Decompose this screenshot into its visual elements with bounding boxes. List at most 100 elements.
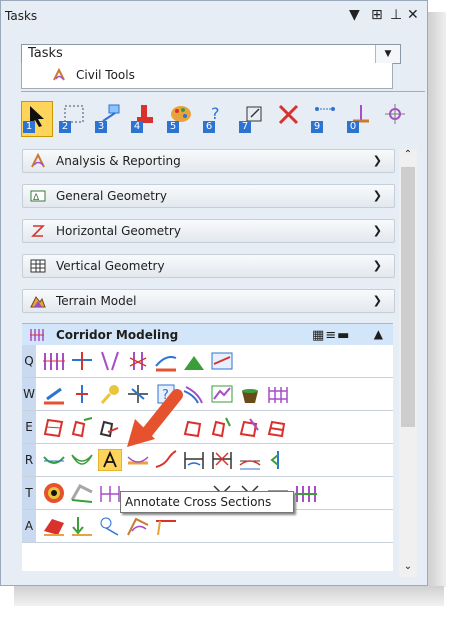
section-label: Vertical Geometry	[56, 259, 165, 273]
row-key: E	[22, 411, 36, 443]
template-copy-icon[interactable]	[98, 416, 122, 438]
section-general-geometry[interactable]: Δ General Geometry ❯	[22, 184, 395, 208]
horizontal-geometry-icon	[31, 225, 45, 237]
snap-star-icon	[385, 104, 405, 124]
scale-tool[interactable]: 7	[239, 103, 267, 133]
snap-tool[interactable]	[381, 103, 409, 133]
general-geometry-icon: Δ	[30, 190, 46, 203]
tool-row: A	[22, 510, 393, 543]
close-icon[interactable]: ✕	[407, 7, 419, 23]
tool-number: 2	[59, 121, 71, 133]
row-key: R	[22, 444, 36, 476]
measure-tool[interactable]: 9	[311, 103, 339, 133]
tool-row: Q	[22, 345, 393, 378]
task-combo-value: Tasks	[28, 46, 63, 61]
chevron-down-icon[interactable]: ▼	[375, 45, 400, 63]
section-terrain-icon[interactable]	[238, 449, 262, 471]
select-tool[interactable]: 1	[21, 101, 53, 137]
tab-civil-tools[interactable]: Civil Tools	[21, 63, 393, 89]
template-variation-icon[interactable]	[210, 416, 234, 438]
scroll-down-icon[interactable]: ⌄	[399, 561, 417, 577]
chevron-down-icon[interactable]: ❯	[373, 189, 382, 202]
palette-tool[interactable]: 5	[167, 103, 195, 133]
section-horizontal-geometry[interactable]: Horizontal Geometry ❯	[22, 219, 395, 243]
delete-x-icon	[278, 104, 299, 125]
section-label: Terrain Model	[56, 294, 137, 308]
tool-number: 6	[203, 121, 215, 133]
down-arrow-icon[interactable]	[70, 515, 94, 537]
profile-icon[interactable]	[210, 350, 234, 372]
linear-template-icon[interactable]	[210, 383, 234, 405]
task-combo[interactable]: Tasks ▼	[21, 44, 401, 64]
template-grid-icon[interactable]	[266, 416, 290, 438]
point-control-icon[interactable]	[70, 383, 94, 405]
pencil-slope-icon[interactable]	[126, 515, 150, 537]
transition-icon[interactable]	[98, 350, 122, 372]
tool-number: 5	[167, 121, 179, 133]
row-key: Q	[22, 345, 36, 377]
dropdown-menu-icon[interactable]: ▼	[349, 7, 360, 23]
row-key: T	[22, 477, 36, 509]
view-mode-icons[interactable]: ▦≡▬	[312, 328, 350, 343]
chevron-down-icon[interactable]: ❯	[373, 224, 382, 237]
place-tool[interactable]: 0	[347, 103, 375, 133]
section-label: General Geometry	[56, 189, 167, 203]
terrain-slope-icon[interactable]	[182, 350, 206, 372]
cross-section-icon[interactable]	[42, 449, 66, 471]
chevron-down-icon[interactable]: ❯	[373, 294, 382, 307]
section-navigate-icon[interactable]	[266, 449, 290, 471]
query-tool[interactable]: ? 6	[203, 103, 231, 133]
corridor-create-icon[interactable]	[42, 350, 66, 372]
chevron-down-icon[interactable]: ❯	[373, 259, 382, 272]
tab-divider	[21, 91, 425, 92]
create-template-icon[interactable]	[42, 416, 66, 438]
scroll-up-icon[interactable]: ⌃	[399, 149, 417, 165]
window-shadow-bottom	[14, 586, 444, 606]
window-title: Tasks	[5, 9, 38, 23]
tool-number: 9	[311, 121, 323, 133]
eraser-icon[interactable]	[42, 515, 66, 537]
chevron-up-icon[interactable]: ▲	[374, 327, 383, 341]
fence-tool[interactable]: 2	[59, 103, 87, 133]
row-key: W	[22, 378, 36, 410]
corridor-object-icon[interactable]	[42, 383, 66, 405]
sweep-icon[interactable]	[70, 482, 94, 504]
annotate-cross-sections-icon[interactable]	[98, 449, 122, 471]
main-toolbar: 1 2 3 4 5 ? 6 7 8	[21, 99, 405, 139]
tooltip: Annotate Cross Sections	[120, 491, 294, 513]
tab-label: Civil Tools	[76, 68, 135, 82]
dock-icon[interactable]: ⊥	[390, 7, 402, 23]
delete-tool[interactable]: 8	[275, 103, 303, 133]
move-tool[interactable]: 3	[95, 103, 123, 133]
paint-tool[interactable]: 4	[131, 103, 159, 133]
corridor-tool-grid: Q W ? E R T A	[22, 345, 393, 571]
bucket-icon[interactable]	[238, 383, 262, 405]
pin-icon[interactable]: ⊞	[371, 7, 383, 23]
corridor-mesh-icon[interactable]	[294, 482, 318, 504]
section-vertical-geometry[interactable]: Vertical Geometry ❯	[22, 254, 395, 278]
key-station-icon[interactable]	[126, 350, 150, 372]
scroll-thumb[interactable]	[401, 167, 415, 427]
row-key: A	[22, 510, 36, 542]
target-icon[interactable]	[42, 482, 66, 504]
key-icon[interactable]	[98, 383, 122, 405]
section-label: Horizontal Geometry	[56, 224, 181, 238]
chevron-down-icon[interactable]: ❯	[373, 154, 382, 167]
vertical-scrollbar[interactable]: ⌃ ⌄	[399, 149, 417, 577]
edit-template-icon[interactable]	[70, 416, 94, 438]
section-terrain-model[interactable]: Terrain Model ❯	[22, 289, 395, 313]
section-corridor-modeling[interactable]: Corridor Modeling ▦≡▬ ▲	[22, 323, 393, 346]
surface-mesh-icon[interactable]	[266, 383, 290, 405]
cross-section-open-icon[interactable]	[70, 449, 94, 471]
tool-number: 0	[347, 121, 359, 133]
analysis-icon	[31, 153, 45, 168]
civil-tools-icon	[53, 68, 65, 81]
template-drop-icon[interactable]	[70, 350, 94, 372]
section-cut-icon[interactable]	[210, 449, 234, 471]
info-icon[interactable]	[98, 515, 122, 537]
mesh-icon[interactable]	[98, 482, 122, 504]
section-analysis-reporting[interactable]: Analysis & Reporting ❯	[22, 149, 395, 173]
superelevation-icon[interactable]	[154, 350, 178, 372]
template-clip-icon[interactable]	[238, 416, 262, 438]
linear-edge-icon[interactable]	[154, 515, 178, 537]
